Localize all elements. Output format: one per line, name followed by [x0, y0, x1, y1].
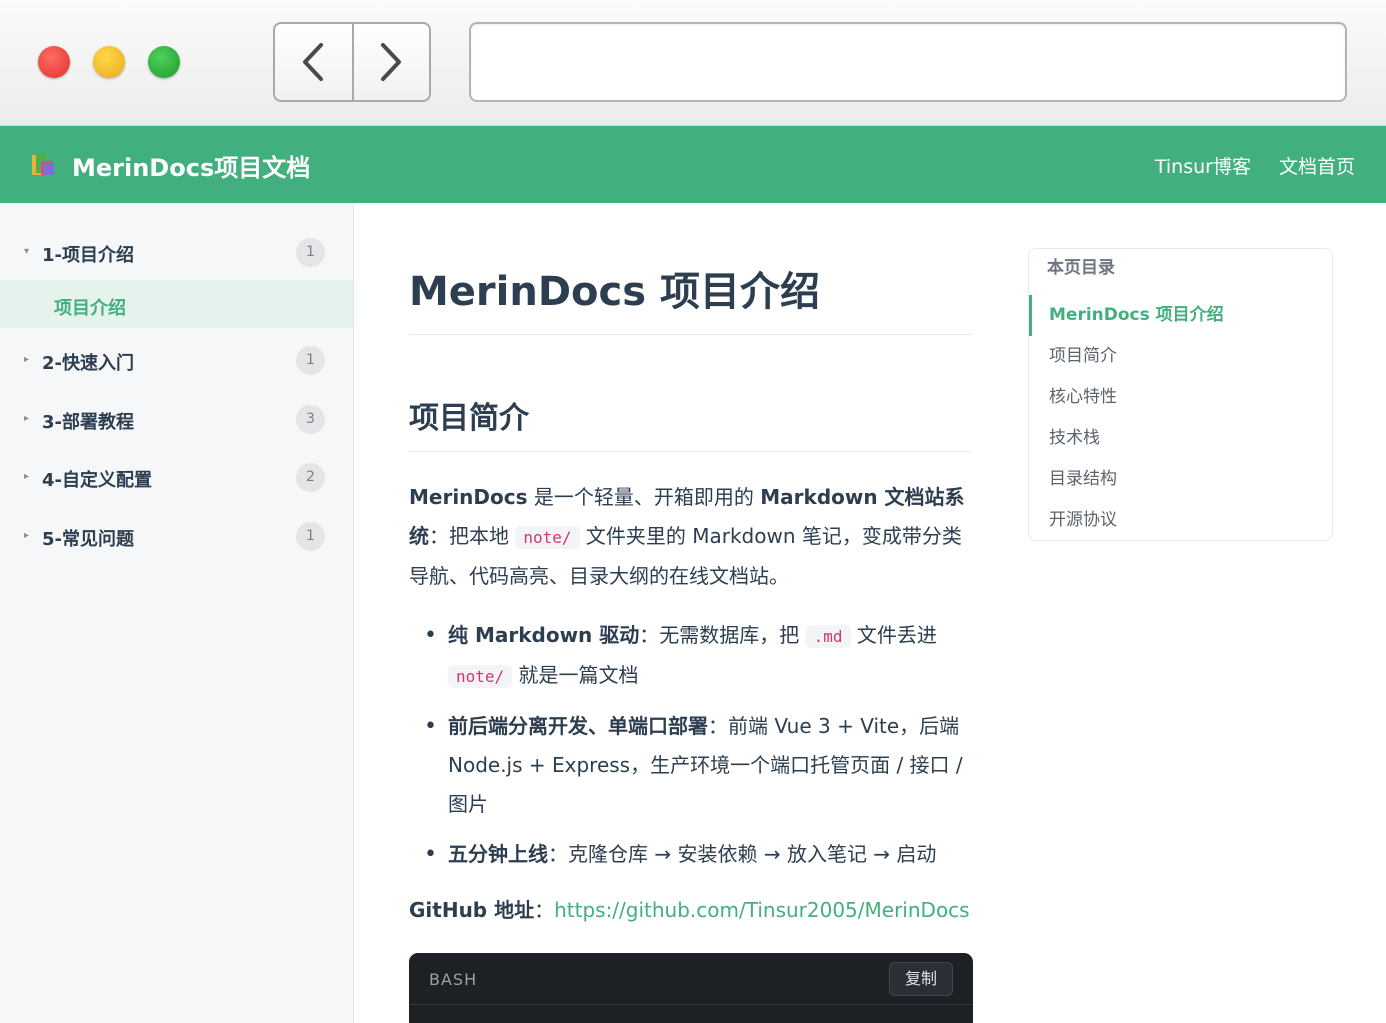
sidebar: ▾ 1-项目介绍 1 项目介绍 ▸ 2-快速入门 1 ▸ 3-部署教程 3 ▸ …: [0, 203, 354, 1023]
sidebar-group-label: 1-项目介绍: [42, 245, 134, 266]
toc-item-license[interactable]: 开源协议: [1029, 500, 1332, 541]
sidebar-group-quickstart[interactable]: ▸ 2-快速入门 1: [0, 341, 353, 381]
count-badge: 1: [296, 238, 325, 267]
caret-right-icon: ▸: [24, 530, 30, 541]
site-brand[interactable]: MerinDocs项目文档: [72, 148, 310, 183]
table-of-contents: 本页目录 MerinDocs 项目介绍 项目简介 核心特性 技术栈 目录结构 开…: [1028, 248, 1333, 541]
toc-item-structure[interactable]: 目录结构: [1029, 459, 1332, 500]
toc-item-intro[interactable]: 项目简介: [1029, 336, 1332, 377]
toc-item-title[interactable]: MerinDocs 项目介绍: [1029, 295, 1332, 336]
forward-button[interactable]: [351, 24, 429, 100]
nav-link-blog[interactable]: Tinsur博客: [1155, 152, 1251, 179]
toc-item-stack[interactable]: 技术栈: [1029, 418, 1332, 459]
sidebar-group-intro[interactable]: ▾ 1-项目介绍 1: [0, 233, 353, 273]
sidebar-group-config[interactable]: ▸ 4-自定义配置 2: [0, 458, 353, 498]
back-button[interactable]: [275, 24, 352, 100]
github-separator: ：: [534, 898, 555, 922]
intro-text: ：把本地: [429, 524, 516, 548]
intro-text: 是一个轻量、开箱即用的: [527, 485, 761, 509]
list-item-strong: 前后端分离开发、单端口部署: [448, 714, 708, 738]
code-block: BASH 复制: [409, 953, 973, 1023]
nav-link-docs-home[interactable]: 文档首页: [1279, 152, 1355, 179]
inline-code: note/: [515, 526, 580, 549]
window-minimize-button[interactable]: [93, 46, 125, 78]
history-nav: [273, 22, 431, 102]
list-item-strong: 纯 Markdown 驱动: [448, 623, 640, 647]
section-heading: 项目简介: [409, 401, 529, 436]
list-item: 五分钟上线：克隆仓库 → 安装依赖 → 放入笔记 → 启动: [424, 835, 973, 874]
count-badge: 2: [296, 463, 325, 492]
copy-button[interactable]: 复制: [889, 962, 953, 996]
list-item-text: 就是一篇文档: [512, 663, 639, 687]
caret-right-icon: ▸: [24, 413, 30, 424]
feature-list: 纯 Markdown 驱动：无需数据库，把 .md 文件丢进 note/ 就是一…: [424, 616, 973, 885]
title-divider: [409, 334, 972, 335]
window-close-button[interactable]: [38, 46, 70, 78]
toc-list: MerinDocs 项目介绍 项目简介 核心特性 技术栈 目录结构 开源协议: [1029, 295, 1332, 541]
site-header: MerinDocs项目文档 Tinsur博客 文档首页: [0, 126, 1386, 203]
window-maximize-button[interactable]: [148, 46, 180, 78]
list-item-text: 文件丢进: [850, 623, 937, 647]
section-divider: [409, 451, 972, 452]
page-title: MerinDocs 项目介绍: [409, 269, 820, 315]
caret-right-icon: ▸: [24, 354, 30, 365]
code-block-header: BASH 复制: [409, 953, 973, 1005]
sidebar-group-deploy[interactable]: ▸ 3-部署教程 3: [0, 400, 353, 440]
browser-chrome: [0, 0, 1386, 126]
toc-title: 本页目录: [1047, 258, 1115, 278]
sidebar-group-label: 3-部署教程: [42, 412, 134, 433]
inline-code: .md: [805, 625, 851, 648]
list-item: 前后端分离开发、单端口部署：前端 Vue 3 + Vite，后端 Node.js…: [424, 707, 973, 824]
github-label: GitHub 地址: [409, 898, 535, 922]
back-chevron-icon: [303, 43, 324, 81]
sidebar-group-label: 2-快速入门: [42, 353, 134, 374]
address-bar[interactable]: [469, 22, 1347, 102]
sidebar-item-label: 项目介绍: [54, 298, 126, 319]
caret-down-icon: ▾: [24, 246, 30, 257]
code-language: BASH: [429, 970, 478, 989]
forward-chevron-icon: [381, 43, 402, 81]
list-item: 纯 Markdown 驱动：无需数据库，把 .md 文件丢进 note/ 就是一…: [424, 616, 973, 696]
count-badge: 3: [296, 405, 325, 434]
list-item-text: ：克隆仓库 → 安装依赖 → 放入笔记 → 启动: [548, 842, 937, 866]
github-line: GitHub 地址：https://github.com/Tinsur2005/…: [409, 891, 970, 930]
list-item-strong: 五分钟上线: [448, 842, 548, 866]
sidebar-item-intro[interactable]: 项目介绍: [0, 280, 353, 328]
list-item-text: ：无需数据库，把: [639, 623, 806, 647]
sidebar-group-faq[interactable]: ▸ 5-常见问题 1: [0, 517, 353, 557]
caret-right-icon: ▸: [24, 471, 30, 482]
count-badge: 1: [296, 522, 325, 551]
header-nav: Tinsur博客 文档首页: [1155, 152, 1355, 179]
count-badge: 1: [296, 346, 325, 375]
intro-name: MerinDocs: [409, 485, 528, 509]
github-link[interactable]: https://github.com/Tinsur2005/MerinDocs: [554, 898, 970, 922]
toc-item-features[interactable]: 核心特性: [1029, 377, 1332, 418]
intro-paragraph: MerinDocs 是一个轻量、开箱即用的 Markdown 文档站系统：把本地…: [409, 478, 972, 596]
sidebar-group-label: 4-自定义配置: [42, 470, 152, 491]
logo-icon: [32, 153, 54, 175]
inline-code: note/: [448, 665, 513, 688]
sidebar-group-label: 5-常见问题: [42, 529, 134, 550]
